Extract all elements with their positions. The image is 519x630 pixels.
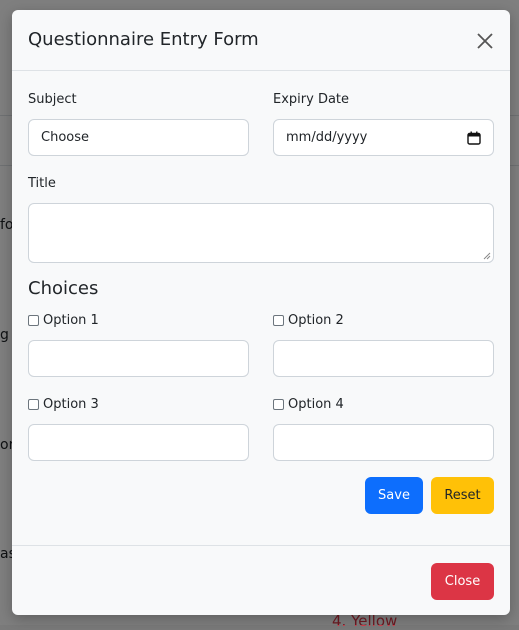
title-label: Title: [28, 176, 56, 191]
option-3-input[interactable]: [28, 424, 249, 461]
calendar-icon[interactable]: [467, 131, 481, 145]
modal-header: Questionnaire Entry Form: [12, 10, 510, 71]
option-4-checkbox[interactable]: [273, 399, 284, 410]
resize-handle-icon: [483, 252, 491, 260]
modal-footer-divider: [12, 545, 510, 546]
choices-heading: Choices: [28, 278, 99, 299]
option-1-checkbox[interactable]: [28, 315, 39, 326]
option-4-checkbox-row[interactable]: Option 4: [273, 397, 344, 412]
option-2-input[interactable]: [273, 340, 494, 377]
option-2-checkbox-row[interactable]: Option 2: [273, 313, 344, 328]
close-icon[interactable]: [474, 30, 496, 52]
subject-label: Subject: [28, 92, 77, 107]
title-textarea[interactable]: [28, 203, 494, 263]
option-2-label: Option 2: [288, 313, 344, 328]
option-1-checkbox-row[interactable]: Option 1: [28, 313, 99, 328]
save-button[interactable]: Save: [365, 477, 423, 514]
questionnaire-modal: Questionnaire Entry Form Subject Choose …: [12, 10, 510, 615]
option-1-label: Option 1: [43, 313, 99, 328]
option-4-label: Option 4: [288, 397, 344, 412]
reset-button[interactable]: Reset: [431, 477, 494, 514]
option-1-input[interactable]: [28, 340, 249, 377]
modal-title: Questionnaire Entry Form: [28, 29, 259, 50]
option-4-input[interactable]: [273, 424, 494, 461]
expiry-date-label: Expiry Date: [273, 92, 350, 107]
option-3-label: Option 3: [43, 397, 99, 412]
close-button[interactable]: Close: [431, 563, 494, 600]
option-3-checkbox[interactable]: [28, 399, 39, 410]
subject-select[interactable]: Choose: [28, 119, 249, 156]
expiry-date-placeholder: mm/dd/yyyy: [286, 130, 368, 145]
option-2-checkbox[interactable]: [273, 315, 284, 326]
expiry-date-input[interactable]: mm/dd/yyyy: [273, 119, 494, 156]
subject-select-value: Choose: [41, 130, 89, 145]
option-3-checkbox-row[interactable]: Option 3: [28, 397, 99, 412]
